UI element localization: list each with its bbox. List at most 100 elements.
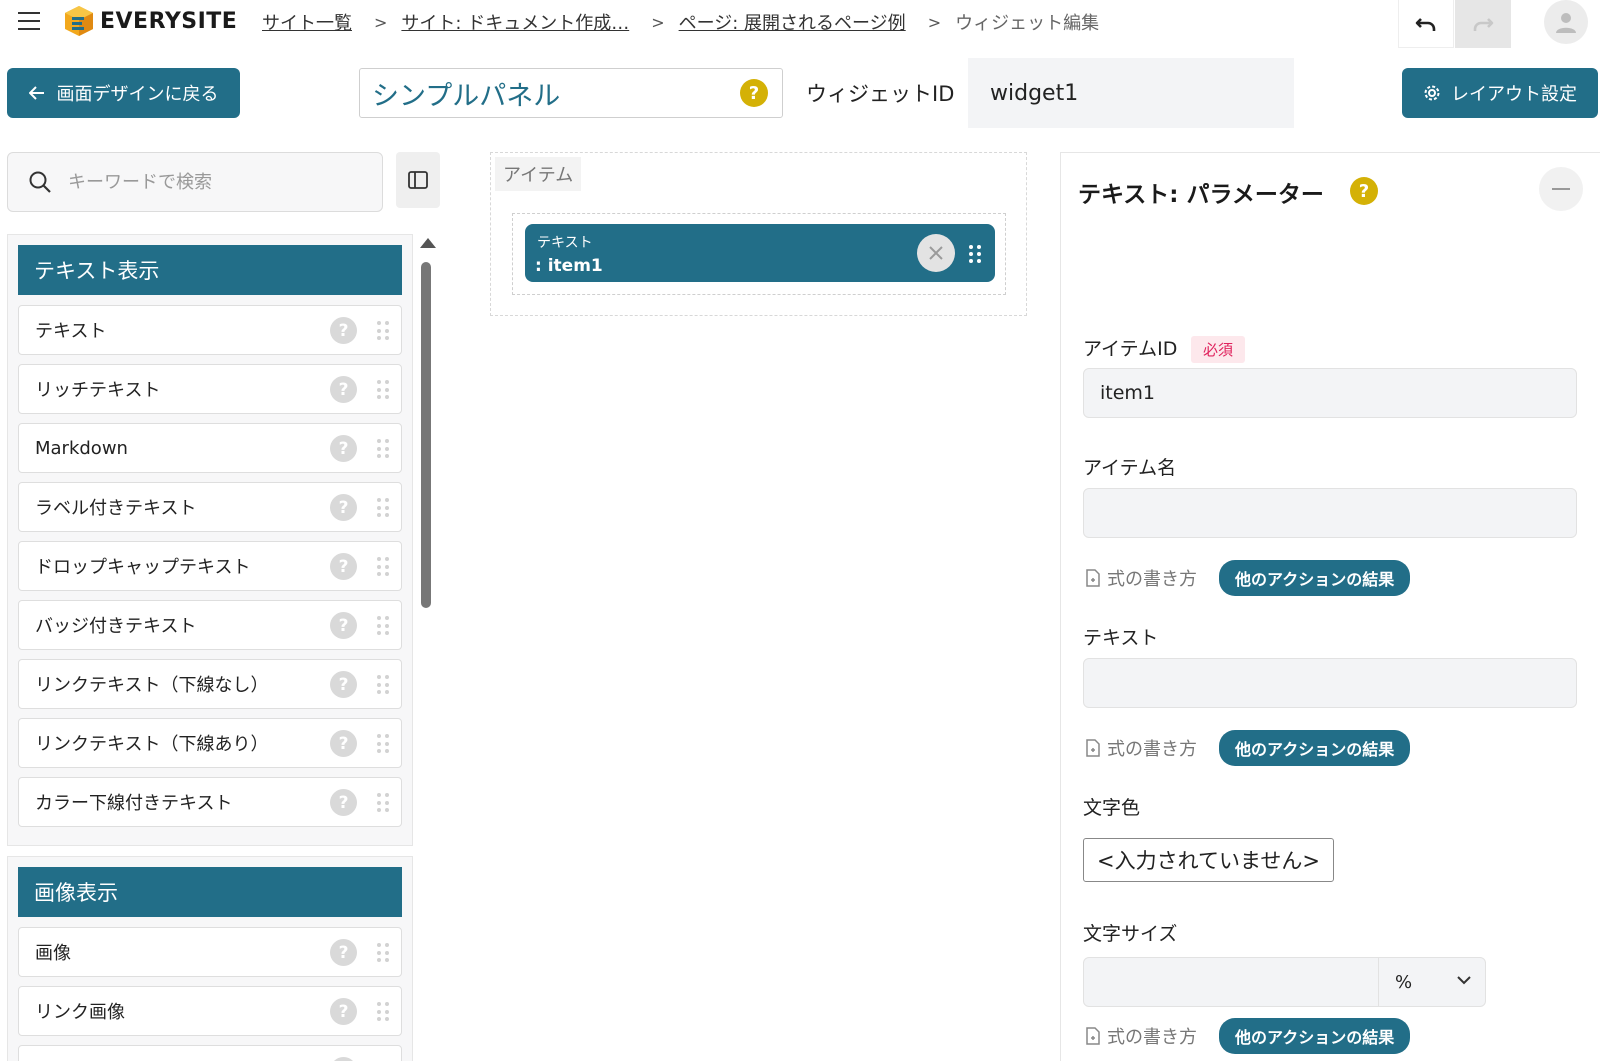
other-action-result-button[interactable]: 他のアクションの結果 [1219,730,1411,766]
palette-search [7,152,383,212]
palette-item-label: 画像 [35,943,71,964]
palette-item[interactable]: Markdown? [18,423,402,473]
canvas-item-chip[interactable]: テキスト : item1 [525,224,995,282]
help-icon[interactable]: ? [330,435,357,462]
palette-group-header[interactable]: 画像表示 [18,867,402,917]
drag-handle-icon[interactable] [377,439,389,459]
minus-icon [1552,188,1570,190]
palette-item[interactable]: リンク画像? [18,986,402,1036]
layout-settings-button[interactable]: レイアウト設定 [1402,68,1598,118]
palette-item[interactable]: ? [18,1045,402,1061]
help-icon[interactable]: ? [330,939,357,966]
chevron-right-icon: > [927,12,942,32]
help-icon[interactable]: ? [330,376,357,403]
drag-handle-icon[interactable] [377,380,389,400]
user-avatar[interactable] [1544,0,1588,44]
drag-handle-icon[interactable] [377,793,389,813]
help-icon[interactable]: ? [330,671,357,698]
formula-help-link[interactable]: 式の書き方 [1085,735,1197,761]
back-to-screen-design-button[interactable]: 画面デザインに戻る [7,68,240,118]
collapse-panel-button[interactable] [1539,167,1583,211]
help-icon[interactable]: ? [1350,177,1378,205]
drag-handle-icon[interactable] [377,734,389,754]
formula-help-link[interactable]: 式の書き方 [1085,565,1197,591]
text-size-unit-select[interactable]: % [1378,957,1486,1007]
palette-item[interactable]: 画像? [18,927,402,977]
help-icon[interactable]: ? [740,79,768,107]
drag-handle-icon[interactable] [377,498,389,518]
breadcrumb-page[interactable]: ページ: 展開されるページ例 [679,9,906,35]
breadcrumb: サイト一覧 > サイト: ドキュメント作成… > ページ: 展開されるページ例 … [262,0,1099,44]
parameter-panel: テキスト: パラメーター ? アイテムID 必須 item1 アイテム名 式の書… [1060,152,1600,1061]
formula-link-label: 式の書き方 [1107,569,1197,590]
palette-item-label: ラベル付きテキスト [35,498,197,519]
menu-icon[interactable] [18,8,44,34]
scrollbar-thumb[interactable] [421,262,431,608]
undo-button[interactable] [1398,0,1454,48]
help-icon[interactable]: ? [330,730,357,757]
formula-help-link[interactable]: 式の書き方 [1085,1023,1197,1049]
logo-text: EVERYSITE [100,8,238,34]
breadcrumb-site-list[interactable]: サイト一覧 [262,9,352,35]
help-icon[interactable]: ? [330,494,357,521]
palette-item[interactable]: リッチテキスト? [18,364,402,414]
drop-zone[interactable]: テキスト : item1 [512,213,1006,295]
scroll-up-icon[interactable] [420,238,436,248]
palette-group-header[interactable]: テキスト表示 [18,245,402,295]
formula-link-label: 式の書き方 [1107,1027,1197,1048]
palette-item[interactable]: ラベル付きテキスト? [18,482,402,532]
help-icon[interactable]: ? [330,1057,357,1061]
palette-item-label: リンクテキスト（下線あり） [35,734,269,755]
item-id-input[interactable]: item1 [1083,368,1577,418]
widget-canvas: アイテム テキスト : item1 [490,152,1027,316]
help-icon[interactable]: ? [330,553,357,580]
drag-handle-icon[interactable] [377,616,389,636]
gear-icon [1424,85,1440,101]
palette-item[interactable]: ドロップキャップテキスト? [18,541,402,591]
palette-item-label: カラー下線付きテキスト [35,793,233,814]
search-input[interactable] [68,171,358,193]
palette-item[interactable]: バッジ付きテキスト? [18,600,402,650]
drag-handle-icon[interactable] [377,557,389,577]
other-action-result-button[interactable]: 他のアクションの結果 [1219,1018,1411,1054]
item-name-label: アイテム名 [1083,457,1177,479]
remove-item-button[interactable] [917,234,955,272]
search-icon [29,171,51,193]
help-icon[interactable]: ? [330,612,357,639]
text-color-picker[interactable]: <入力されていません> [1083,838,1334,882]
breadcrumb-site[interactable]: サイト: ドキュメント作成… [401,9,629,35]
palette-item-label: リンク画像 [35,1002,125,1023]
palette-scrollbar[interactable] [418,236,436,1061]
item-name-input[interactable] [1083,488,1577,538]
chevron-right-icon: > [374,12,388,32]
text-input[interactable] [1083,658,1577,708]
palette-item[interactable]: テキスト? [18,305,402,355]
drag-handle-icon[interactable] [377,675,389,695]
palette-item-label: リンクテキスト（下線なし） [35,675,269,696]
palette-item[interactable]: カラー下線付きテキスト? [18,777,402,827]
arrow-left-icon [28,86,44,100]
drag-handle-icon[interactable] [377,1002,389,1022]
help-icon[interactable]: ? [330,998,357,1025]
palette-item[interactable]: リンクテキスト（下線あり）? [18,718,402,768]
palette-group-text: テキスト表示 テキスト? リッチテキスト? Markdown? ラベル付きテキス… [7,234,413,846]
drag-handle-icon[interactable] [377,943,389,963]
widget-title-field[interactable]: シンプルパネル ? [359,68,783,118]
drag-handle-icon[interactable] [969,245,981,263]
text-size-input[interactable] [1083,957,1379,1007]
formula-link-label: 式の書き方 [1107,739,1197,760]
panel-toggle-button[interactable] [396,152,440,208]
help-icon[interactable]: ? [330,789,357,816]
palette-item[interactable]: リンクテキスト（下線なし）? [18,659,402,709]
formula-row: 式の書き方 他のアクションの結果 [1085,730,1411,766]
other-action-result-button[interactable]: 他のアクションの結果 [1219,560,1411,596]
formula-row: 式の書き方 他のアクションの結果 [1085,1018,1411,1054]
logo: EVERYSITE [64,4,237,38]
palette-item-label: リッチテキスト [35,380,161,401]
redo-button[interactable] [1455,0,1511,48]
chevron-right-icon: > [651,12,665,32]
widget-id-input[interactable]: widget1 [968,58,1294,128]
back-button-label: 画面デザインに戻る [56,84,219,105]
drag-handle-icon[interactable] [377,321,389,341]
help-icon[interactable]: ? [330,317,357,344]
